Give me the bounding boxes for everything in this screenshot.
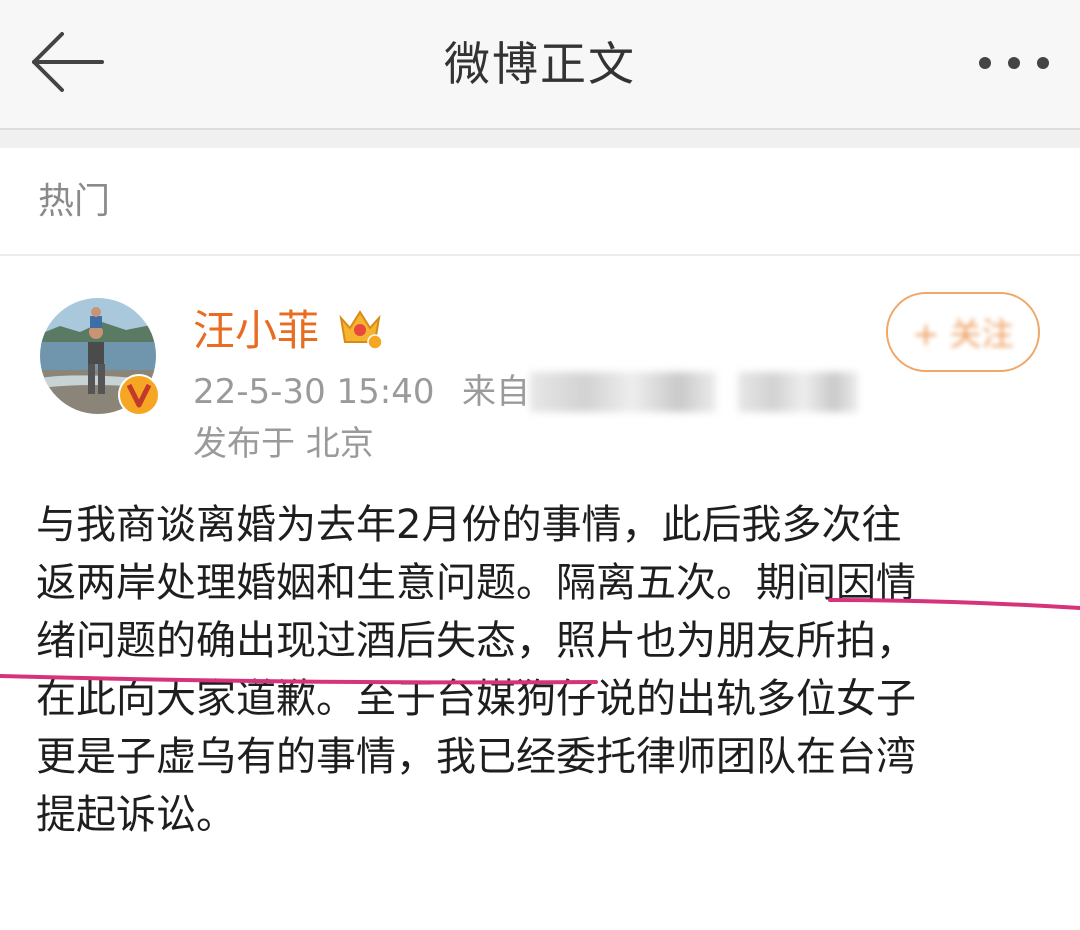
more-dots-icon [979,57,1049,69]
post-line: 在此向大家道歉。至于台媒狗仔说的出轨多位女子 [36,676,916,722]
follow-button[interactable]: + 关注 [886,292,1040,372]
blurred-source-extra [738,372,858,412]
post-time: 22-5-30 15:40 [193,372,435,412]
post-line: 与我商谈离婚为去年2月份的事情，此后我多次往 [36,502,902,548]
post-source-prefix: 来自 [462,372,530,412]
author-name[interactable]: 汪小菲 [193,304,319,358]
post-line: 更是子虚乌有的事情，我已经委托律师团队在台湾 [36,734,916,780]
section-bar: 热门 [0,148,1080,256]
top-navigation-bar: 微博正文 [0,0,1080,130]
post-location: 发布于 北京 [193,424,374,464]
verified-badge-icon [118,374,160,416]
post-content: 与我商谈离婚为去年2月份的事情，此后我多次往 返两岸处理婚姻和生意问题。隔离五次… [36,496,1046,844]
section-gap [0,130,1080,148]
page-title: 微博正文 [444,37,636,91]
blurred-source [530,372,716,412]
post-line: 返两岸处理婚姻和生意问题。隔离五次。期间因情 [36,560,916,606]
follow-label: + 关注 [912,315,1014,353]
post-line: 绪问题的确出现过酒后失态，照片也为朋友所拍， [36,618,916,664]
crown-icon [339,310,383,350]
post-line: 提起诉讼。 [36,792,236,838]
section-label: 热门 [38,181,111,222]
more-button[interactable] [974,48,1054,78]
